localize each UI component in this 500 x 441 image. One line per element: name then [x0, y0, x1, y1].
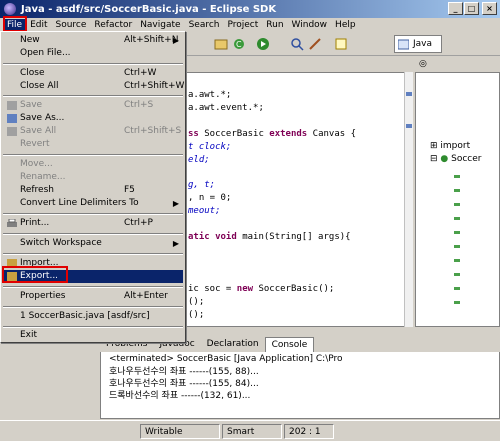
java-perspective-button[interactable]: Java: [394, 35, 442, 53]
menu-edit[interactable]: Edit: [26, 19, 51, 32]
code-line: ss SoccerBasic extends Canvas {: [188, 129, 357, 139]
console-header: <terminated> SoccerBasic [Java Applicati…: [100, 352, 500, 366]
minimize-button[interactable]: _: [448, 2, 463, 15]
menu-bar: File Edit Source Refactor Navigate Searc…: [0, 18, 500, 32]
outline-tab-bar: ◎: [415, 57, 500, 72]
menu-item-open-file[interactable]: Open File...: [3, 47, 183, 60]
title-bar: Java - asdf/src/SoccerBasic.java - Eclip…: [0, 0, 500, 18]
menu-item-move[interactable]: Move...: [3, 158, 183, 171]
save-all-icon: [7, 127, 17, 136]
pen-icon[interactable]: [308, 37, 322, 51]
code-line: atic void main(String[] args){: [188, 232, 351, 242]
console-line: 호나우두선수의 좌표 ------(155, 88)...: [109, 367, 259, 377]
java-perspective-icon: [398, 39, 409, 50]
print-icon: [7, 219, 17, 227]
run-icon[interactable]: [256, 37, 270, 51]
highlight-box-file: [3, 16, 27, 32]
menu-separator: [3, 326, 183, 328]
menu-item-close[interactable]: Close Ctrl+W: [3, 67, 183, 80]
menu-refactor[interactable]: Refactor: [90, 19, 136, 32]
menu-item-revert[interactable]: Revert: [3, 138, 183, 151]
ruler-marker[interactable]: [406, 92, 412, 96]
menu-item-exit[interactable]: Exit: [3, 329, 183, 342]
save-as-icon: [7, 114, 17, 123]
menu-item-recent-file[interactable]: 1 SoccerBasic.java [asdf/src]: [3, 310, 183, 323]
tab-console[interactable]: Console: [264, 337, 315, 352]
code-line: , n = 0;: [188, 193, 232, 203]
menu-item-save-all[interactable]: Save All Ctrl+Shift+S: [3, 125, 183, 138]
menu-navigate[interactable]: Navigate: [136, 19, 184, 32]
menu-item-print[interactable]: Print... Ctrl+P: [3, 217, 183, 230]
tab-declaration[interactable]: Declaration: [201, 337, 265, 352]
code-line: ic soc = new SoccerBasic();: [188, 284, 335, 294]
menu-search[interactable]: Search: [185, 19, 224, 32]
status-cursor-position: 202 : 1: [284, 424, 334, 439]
console-line: 호나우두선수의 좌표 ------(155, 84)...: [109, 379, 259, 389]
open-type-icon[interactable]: [214, 37, 228, 51]
search-icon[interactable]: [290, 37, 304, 51]
menu-separator: [3, 233, 183, 235]
code-line: ();: [188, 297, 205, 307]
status-writable: Writable: [140, 424, 220, 439]
overview-ruler[interactable]: [404, 72, 413, 327]
menu-item-switch-workspace[interactable]: Switch Workspace ▶: [3, 237, 183, 250]
menu-separator: [3, 95, 183, 97]
menu-separator: [3, 253, 183, 255]
console-output[interactable]: 호나우두선수의 좌표 ------(155, 88)... 호나우두선수의 좌표…: [100, 366, 500, 419]
svg-text:C: C: [236, 40, 242, 49]
code-line: g, t;: [188, 180, 216, 190]
outline-tab-icon[interactable]: ◎: [419, 59, 427, 69]
code-line: a.awt.event.*;: [188, 103, 264, 113]
menu-item-rename[interactable]: Rename...: [3, 171, 183, 184]
highlight-box-export: [2, 266, 68, 283]
menu-item-close-all[interactable]: Close All Ctrl+Shift+W: [3, 80, 184, 93]
menu-run[interactable]: Run: [262, 19, 287, 32]
code-line: meout;: [188, 206, 221, 216]
outline-view[interactable]: ⊞ import ⊟ ● Soccer: [415, 72, 500, 327]
menu-window[interactable]: Window: [288, 19, 332, 32]
console-line: 드록바선수의 좌표 ------(132, 61)...: [109, 391, 251, 401]
menu-source[interactable]: Source: [52, 19, 91, 32]
menu-item-save-as[interactable]: Save As...: [3, 112, 183, 125]
outline-member-icons: [454, 169, 460, 309]
menu-separator: [3, 154, 183, 156]
eclipse-icon: [4, 3, 16, 15]
outline-item-class[interactable]: ⊟ ● Soccer: [430, 154, 482, 164]
menu-separator: [3, 306, 183, 308]
menu-item-refresh[interactable]: Refresh F5: [3, 184, 183, 197]
menu-separator: [3, 213, 183, 215]
annotation-icon[interactable]: [334, 37, 348, 51]
menu-item-properties[interactable]: Properties Alt+Enter: [3, 290, 183, 303]
close-button[interactable]: ×: [482, 2, 497, 15]
menu-separator: [3, 63, 183, 65]
status-insert-mode: Smart Insert: [222, 424, 282, 439]
outline-item-import[interactable]: ⊞ import: [430, 141, 470, 151]
code-line: a.awt.*;: [188, 90, 232, 100]
menu-help[interactable]: Help: [331, 19, 360, 32]
code-line: ();: [188, 310, 205, 320]
maximize-button[interactable]: □: [464, 2, 479, 15]
file-menu: New Alt+Shift+N ▶ Open File... Close Ctrl+W…: [0, 31, 186, 343]
code-line: eld;: [188, 155, 210, 165]
menu-separator: [3, 286, 183, 288]
menu-project[interactable]: Project: [223, 19, 262, 32]
status-bar: Writable Smart Insert 202 : 1: [0, 420, 500, 441]
menu-item-save[interactable]: Save Ctrl+S: [3, 99, 183, 112]
window-title: Java - asdf/src/SoccerBasic.java - Eclip…: [21, 3, 277, 15]
code-line: t clock;: [188, 142, 232, 152]
menu-item-convert-line-delimiters[interactable]: Convert Line Delimiters To ▶: [3, 197, 183, 210]
perspective-label: Java: [413, 39, 433, 49]
save-icon: [7, 101, 17, 110]
menu-item-new[interactable]: New Alt+Shift+N ▶: [3, 34, 183, 47]
ruler-marker[interactable]: [406, 124, 412, 128]
new-java-class-icon[interactable]: C: [232, 37, 246, 51]
